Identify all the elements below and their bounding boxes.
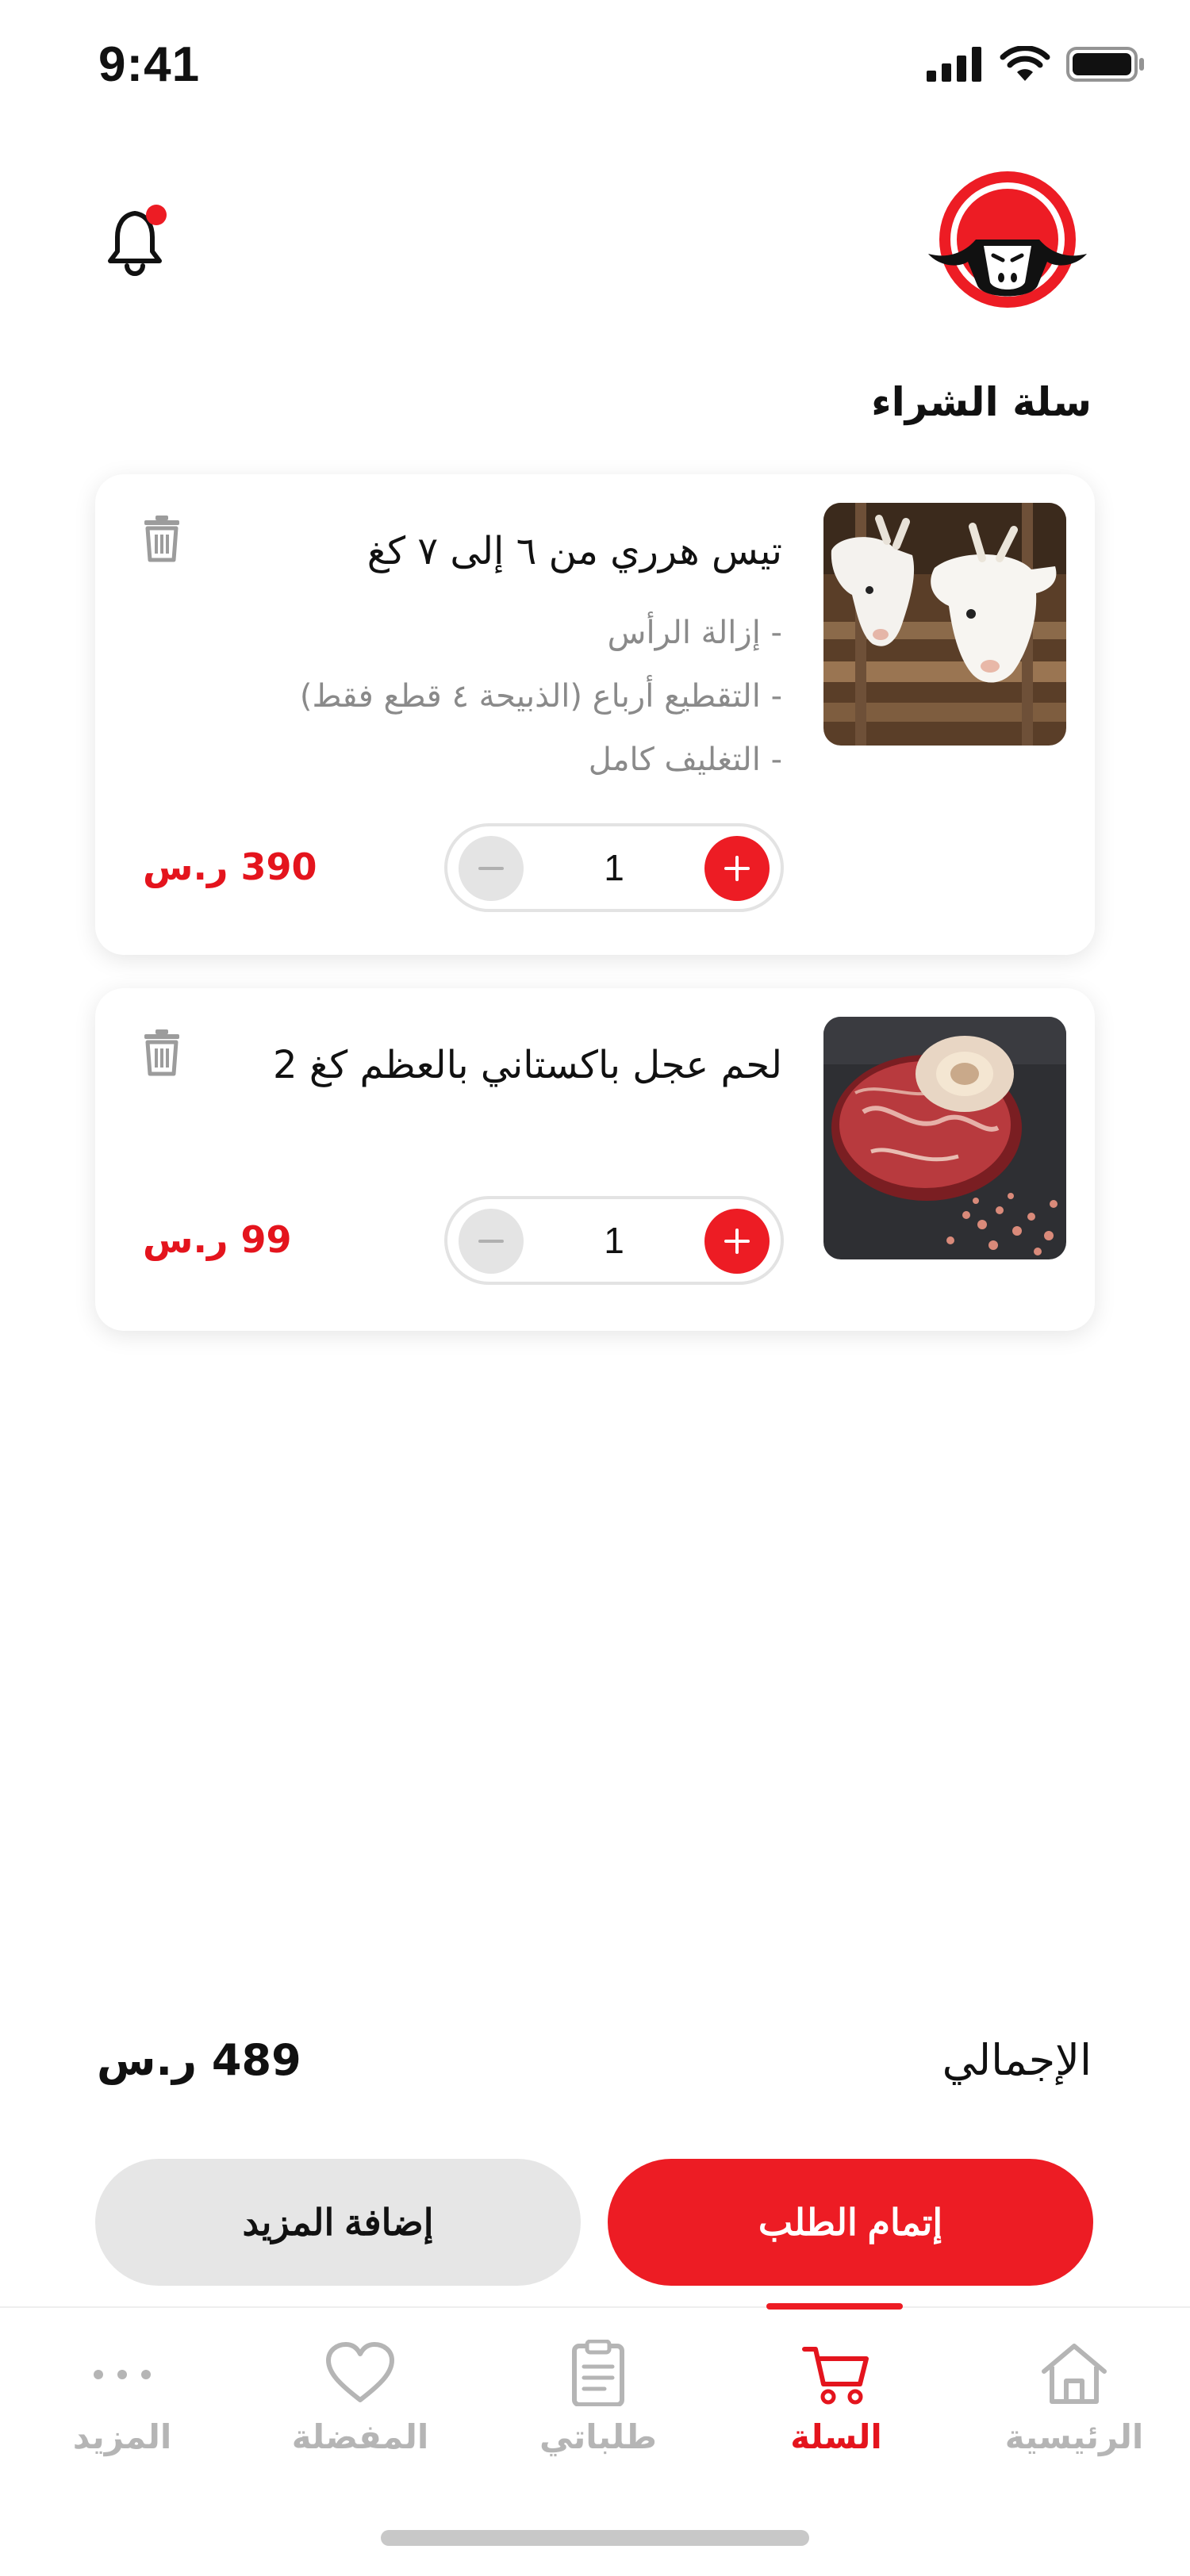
decrease-quantity-button[interactable] (459, 1209, 524, 1274)
increase-quantity-button[interactable] (704, 836, 770, 901)
product-option: - التقطيع أرباع (الذبيحة ٤ قطع فقط) (299, 678, 782, 715)
trash-icon (144, 1029, 179, 1076)
product-option: - التغليف كامل (588, 742, 782, 778)
clipboard-icon (572, 2340, 624, 2406)
bull-logo-icon (928, 171, 1087, 308)
beef-shank-photo (823, 1017, 1066, 1259)
app-header (0, 159, 1190, 317)
battery-icon (1066, 47, 1144, 82)
tab-label: المزيد (72, 2417, 172, 2456)
tab-label: طلباتي (539, 2417, 657, 2456)
minus-icon (478, 1240, 504, 1243)
minus-icon (478, 867, 504, 870)
goats-photo (823, 503, 1066, 746)
tab-more[interactable]: المزيد (3, 2340, 241, 2498)
more-dots-icon (94, 2370, 151, 2379)
status-icons (927, 46, 1146, 82)
product-name: تيس هرري من ٦ إلى ٧ كغ (367, 529, 782, 573)
tab-favorites[interactable]: المفضلة (241, 2340, 479, 2498)
heart-icon (326, 2342, 394, 2402)
signal-icon (927, 47, 981, 82)
status-bar: 9:41 (0, 0, 1190, 143)
decrease-quantity-button[interactable] (459, 836, 524, 901)
total-label: الإجمالي (942, 2035, 1092, 2085)
increase-quantity-button[interactable] (704, 1209, 770, 1274)
cart-icon (802, 2347, 869, 2405)
quantity-stepper: 1 (444, 823, 784, 912)
trash-icon (144, 516, 179, 562)
product-image[interactable] (823, 1017, 1066, 1259)
item-price: 99 ر.س (143, 1218, 292, 1261)
product-image[interactable] (823, 503, 1066, 746)
checkout-button[interactable]: إتمام الطلب (608, 2159, 1093, 2286)
home-icon (1042, 2344, 1107, 2404)
tab-home[interactable]: الرئيسية (955, 2340, 1190, 2498)
product-name: لحم عجل باكستاني بالعظم كغ 2 (273, 1043, 782, 1087)
delete-item-button[interactable] (141, 514, 182, 563)
notifications-button[interactable] (103, 202, 175, 282)
home-indicator (381, 2530, 809, 2546)
add-more-button[interactable]: إضافة المزيد (95, 2159, 581, 2286)
tab-label: السلة (790, 2417, 882, 2456)
brand-logo (920, 167, 1095, 309)
item-price: 390 ر.س (143, 845, 317, 888)
status-time: 9:41 (98, 37, 201, 92)
bell-icon (108, 205, 167, 276)
tab-label: المفضلة (291, 2417, 429, 2456)
cart-item: تيس هرري من ٦ إلى ٧ كغ - إزالة الرأس - ا… (95, 474, 1095, 955)
product-option: - إزالة الرأس (607, 615, 782, 651)
total-value: 489 ر.س (97, 2035, 301, 2085)
plus-icon (724, 856, 750, 881)
notification-dot (146, 205, 167, 225)
tab-label: الرئيسية (1004, 2417, 1144, 2456)
delete-item-button[interactable] (141, 1028, 182, 1077)
wifi-icon (1000, 46, 1050, 81)
cart-item: لحم عجل باكستاني بالعظم كغ 2 1 99 ر.س (95, 988, 1095, 1331)
tab-orders[interactable]: طلباتي (479, 2340, 717, 2498)
tab-cart[interactable]: السلة (717, 2340, 955, 2498)
page-title: سلة الشراء (871, 379, 1092, 425)
product-options: - إزالة الرأس - التقطيع أرباع (الذبيحة ٤… (300, 601, 782, 792)
quantity-stepper: 1 (444, 1196, 784, 1285)
plus-icon (724, 1229, 750, 1254)
active-tab-indicator (766, 2303, 903, 2310)
